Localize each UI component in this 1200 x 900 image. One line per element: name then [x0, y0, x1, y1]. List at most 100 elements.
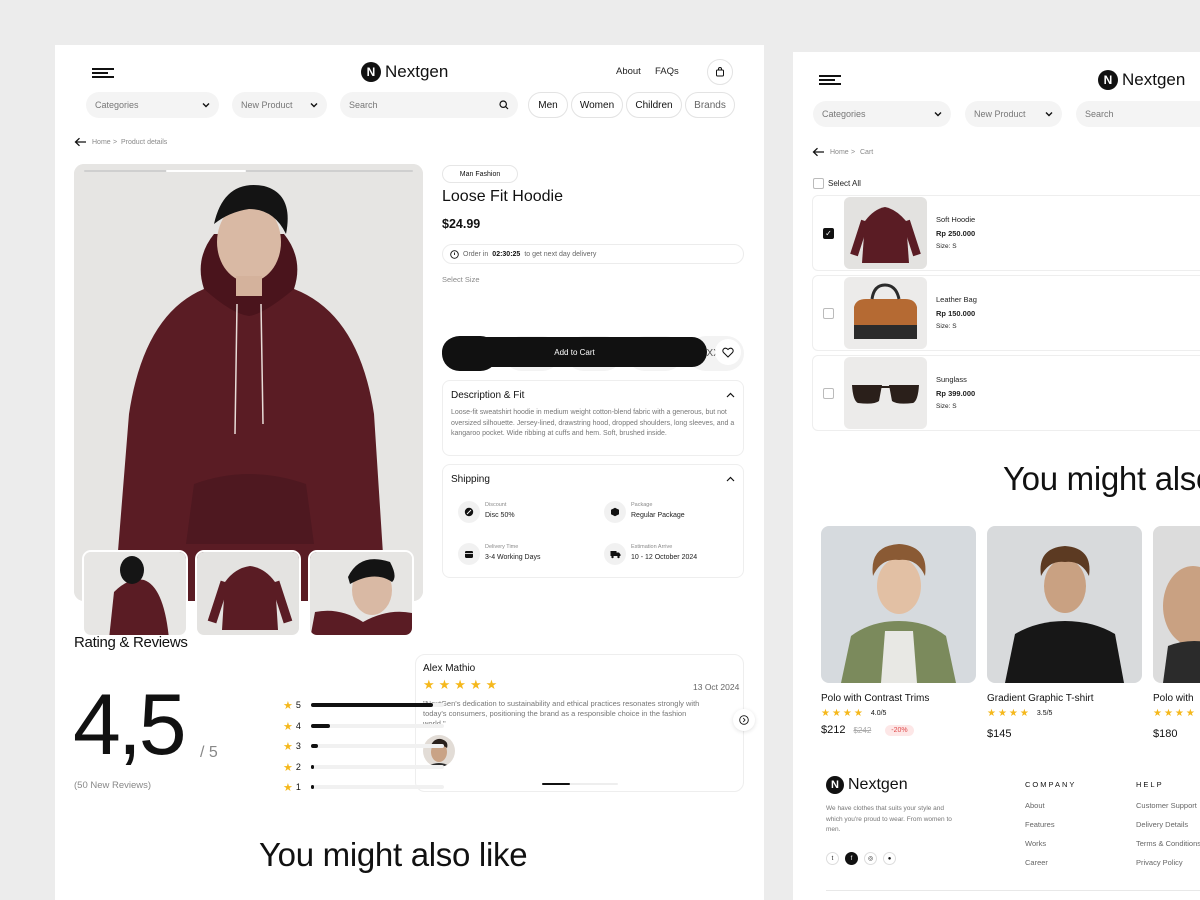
reviews-title: Rating & Reviews	[74, 634, 188, 651]
add-to-cart-button[interactable]: Add to Cart	[442, 337, 707, 367]
back-arrow-icon[interactable]	[74, 137, 87, 147]
footer-link-works[interactable]: Works	[1025, 839, 1046, 848]
logo[interactable]: N Nextgen	[361, 62, 448, 82]
facebook-icon[interactable]: f	[845, 852, 858, 865]
logo[interactable]: N Nextgen	[1098, 70, 1185, 90]
new-product-dropdown[interactable]: New Product	[965, 101, 1062, 127]
categories-dropdown[interactable]: Categories	[86, 92, 219, 118]
footer-link-support[interactable]: Customer Support	[1136, 801, 1197, 810]
rating-bar-fill	[311, 785, 314, 789]
search-input[interactable]: Search	[1076, 101, 1200, 127]
rating-value: 3.5/5	[1036, 710, 1053, 717]
thumbnail-back[interactable]	[82, 550, 188, 637]
order-time: 02:30:25	[492, 250, 521, 258]
shipping-discount-label: Discount	[485, 502, 507, 508]
order-prefix: Order in	[463, 250, 489, 258]
footer-link-delivery[interactable]: Delivery Details	[1136, 820, 1188, 829]
cart-item: ✓ Soft Hoodie Rp 250.000 Size: S	[812, 195, 1200, 271]
chevron-down-icon	[1045, 112, 1053, 117]
breadcrumb-home[interactable]: Home	[830, 149, 849, 156]
rating-bar-label: 5	[295, 700, 301, 710]
description-text: Loose-fit sweatshirt hoodie in medium we…	[451, 409, 735, 437]
categories-dropdown[interactable]: Categories	[813, 101, 951, 127]
order-suffix: to get next day delivery	[524, 250, 597, 258]
nav-about[interactable]: About	[616, 66, 641, 77]
product-price: $24.99	[442, 217, 481, 231]
search-input[interactable]: Search	[340, 92, 518, 118]
categories-label: Categories	[95, 100, 139, 110]
item-price: Rp 150.000	[936, 309, 976, 318]
nav-faqs[interactable]: FAQs	[655, 66, 679, 77]
twitter-icon[interactable]: t	[826, 852, 839, 865]
discount-icon	[458, 501, 480, 523]
rating-bar-track	[311, 785, 444, 789]
thumbnail-flat[interactable]	[195, 550, 301, 637]
footer-link-career[interactable]: Career	[1025, 858, 1048, 867]
cart-item: Leather Bag Rp 150.000 Size: S	[812, 275, 1200, 351]
footer-link-features[interactable]: Features	[1025, 820, 1055, 829]
star-icon: ★	[283, 699, 293, 712]
search-icon	[499, 100, 509, 110]
rating-bar-row: ★ 5	[283, 699, 444, 712]
description-accordion[interactable]: Description & Fit Loose-fit sweatshirt h…	[442, 380, 744, 456]
chevron-up-icon[interactable]	[726, 476, 735, 482]
chip-women[interactable]: Women	[571, 92, 623, 118]
shipping-package-label: Package	[631, 502, 653, 508]
github-icon[interactable]: ●	[883, 852, 896, 865]
footer-link-about[interactable]: About	[1025, 801, 1045, 810]
item-checkbox[interactable]	[823, 308, 834, 319]
item-name: Soft Hoodie	[936, 215, 976, 224]
back-arrow-icon[interactable]	[812, 147, 825, 157]
select-all-checkbox[interactable]	[813, 178, 824, 189]
review-pagination	[542, 783, 618, 785]
thumbnail-closeup[interactable]	[308, 550, 414, 637]
thumbnail-image	[310, 552, 412, 635]
footer-logo[interactable]: N Nextgen	[826, 776, 908, 794]
footer-link-terms[interactable]: Terms & Conditions	[1136, 839, 1200, 848]
rating-bar-track	[311, 744, 444, 748]
product-image	[821, 526, 976, 683]
cart-button[interactable]	[707, 59, 733, 85]
item-checkbox[interactable]: ✓	[823, 228, 834, 239]
rating-score: 4,5	[73, 677, 187, 773]
shipping-accordion[interactable]: Shipping Discount Disc 50% Package Regul…	[442, 464, 744, 578]
rating-bar-row: ★ 4	[283, 720, 444, 733]
search-placeholder: Search	[1085, 109, 1114, 119]
truck-icon	[604, 543, 626, 565]
product-image	[1153, 526, 1200, 683]
menu-icon[interactable]	[819, 75, 841, 85]
chip-children[interactable]: Children	[626, 92, 682, 118]
chevron-down-icon	[934, 112, 942, 117]
new-product-dropdown[interactable]: New Product	[232, 92, 327, 118]
chevron-down-icon	[202, 103, 210, 108]
item-checkbox[interactable]	[823, 388, 834, 399]
footer-company-title: COMPANY	[1025, 780, 1077, 789]
calendar-icon	[458, 543, 480, 565]
chevron-up-icon[interactable]	[726, 392, 735, 398]
chip-brands[interactable]: Brands	[685, 92, 735, 118]
footer-link-privacy[interactable]: Privacy Policy	[1136, 858, 1183, 867]
rating-bar-row: ★ 1	[283, 781, 444, 794]
rating-stars: ★★★★	[821, 708, 865, 719]
wishlist-button[interactable]	[715, 339, 741, 365]
product-card[interactable]: Polo with ★★★★ $180	[1153, 526, 1200, 742]
rating-bar-row: ★ 2	[283, 761, 444, 774]
rating-stars: ★★★★	[987, 708, 1031, 719]
item-price: Rp 250.000	[936, 229, 976, 238]
menu-icon[interactable]	[92, 68, 114, 78]
product-card[interactable]: Gradient Graphic T-shirt ★★★★ 3.5/5 $145	[987, 526, 1142, 742]
breadcrumb-home[interactable]: Home	[92, 139, 111, 146]
product-card[interactable]: Polo with Contrast Trims ★★★★ 4.0/5 $212…	[821, 526, 976, 736]
product-main-image	[74, 164, 423, 601]
also-like-heading: You might also	[1003, 460, 1200, 497]
review-stars: ★★★★★	[423, 677, 502, 692]
review-card: Alex Mathio ★★★★★ 13 Oct 2024 "NextGen's…	[415, 654, 744, 792]
chip-men[interactable]: Men	[528, 92, 568, 118]
next-review-button[interactable]	[733, 709, 755, 731]
item-name: Leather Bag	[936, 295, 977, 304]
instagram-icon[interactable]: ◎	[864, 852, 877, 865]
shipping-estimate-label: Estimation Arrive	[631, 544, 673, 550]
footer-help-title: HELP	[1136, 780, 1164, 789]
logo-mark: N	[1098, 70, 1118, 90]
breadcrumb-separator: >	[851, 149, 856, 156]
